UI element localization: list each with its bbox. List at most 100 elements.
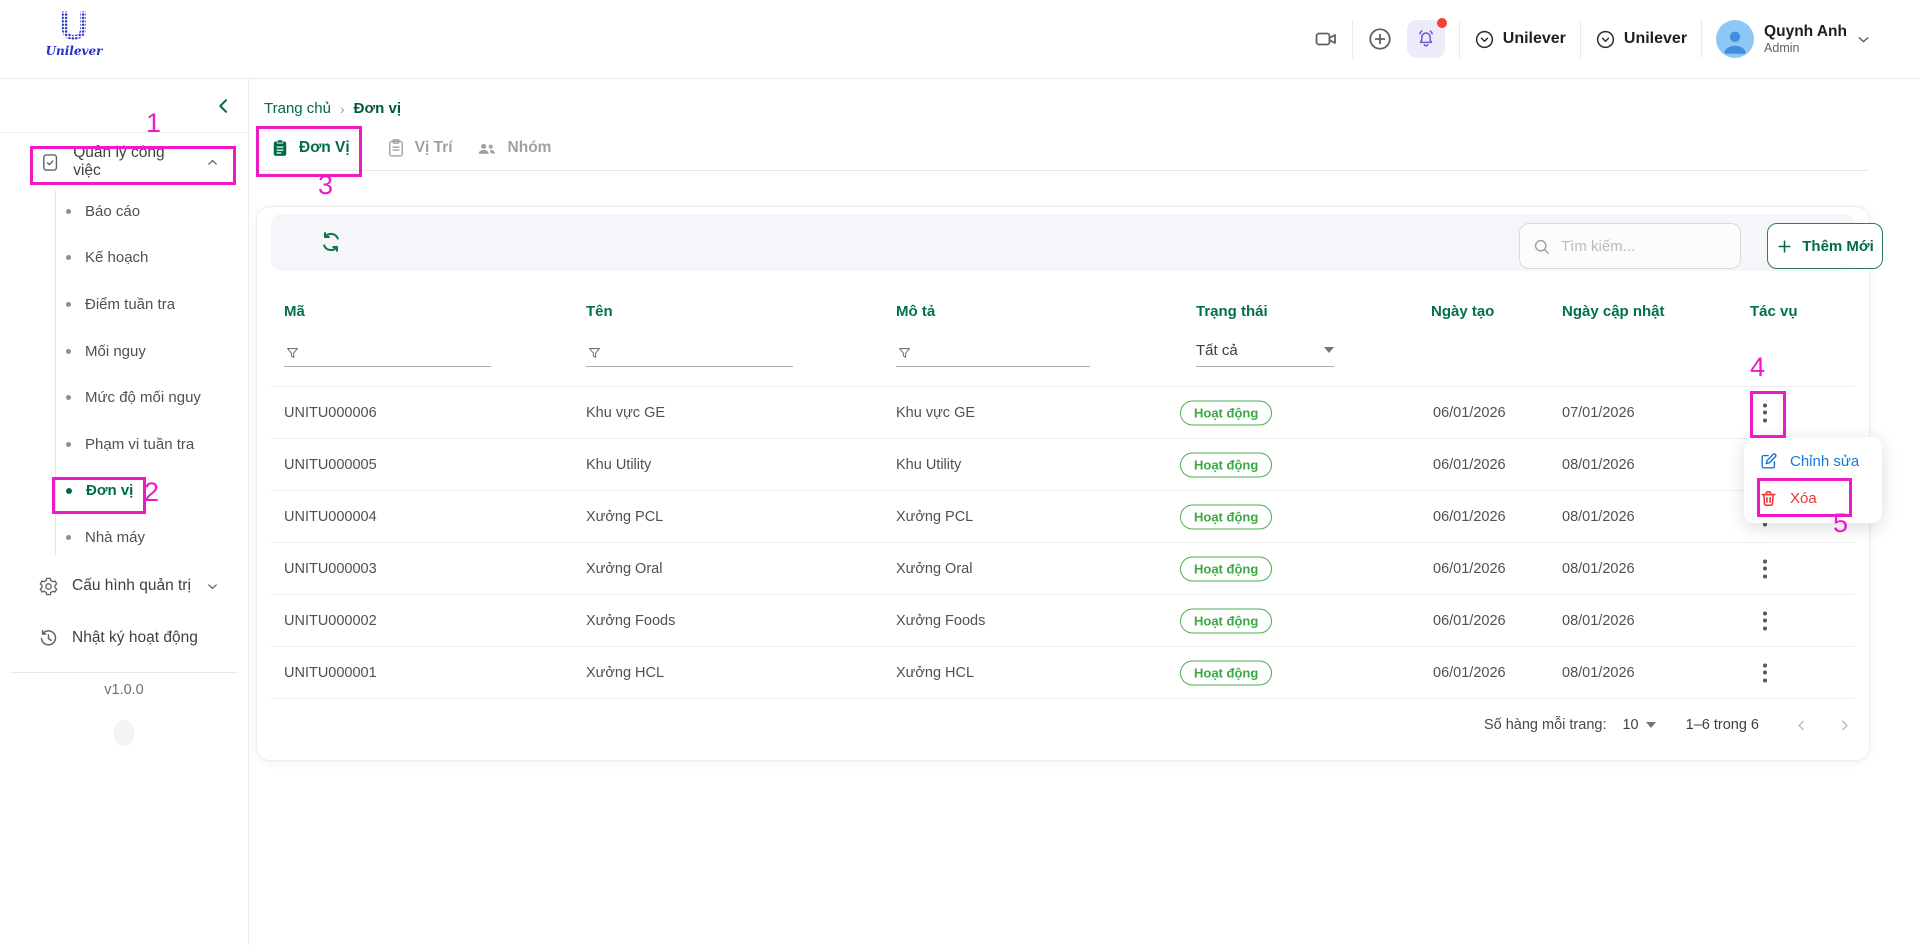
scrollbar-thumb[interactable] [114,720,134,746]
video-camera-icon[interactable] [1314,27,1338,51]
tab-label: Vị Trí [415,139,453,157]
cell-description: Xưởng HCL [896,665,974,681]
circle-chevron-down-icon [1474,29,1495,50]
column-header-name: Tên [586,303,613,320]
column-header-created: Ngày tạo [1431,303,1494,320]
filter-funnel-icon [586,345,603,362]
org-switcher-2[interactable]: Unilever [1595,29,1687,50]
row-actions-menu-button[interactable] [1755,553,1775,584]
person-icon [1718,24,1752,58]
chevron-down-icon [205,579,220,594]
divider [1701,20,1702,58]
notification-bell-button[interactable] [1407,20,1445,58]
divider [0,132,248,133]
people-group-icon [475,138,499,158]
cell-updated: 08/01/2026 [1562,457,1635,473]
sidebar-collapse-button[interactable] [214,96,234,116]
user-info[interactable]: Quynh Anh Admin [1764,23,1847,55]
sidebar-item-moi-nguy[interactable]: Mối nguy [0,328,248,375]
sidebar-item-label: Nhà máy [85,529,145,546]
context-menu-delete[interactable]: Xóa [1744,480,1882,517]
breadcrumb-separator: › [340,101,345,117]
refresh-button[interactable] [319,230,343,254]
user-menu-chevron-icon[interactable] [1855,31,1872,48]
cell-updated: 07/01/2026 [1562,405,1635,421]
sidebar-item-admin-config[interactable]: Cấu hình quản trị [0,566,248,606]
status-filter-select[interactable]: Tất cả [1196,336,1334,367]
rows-per-page-value: 10 [1622,717,1638,733]
row-actions-menu-button[interactable] [1755,605,1775,636]
cell-created: 06/01/2026 [1433,665,1506,681]
table-row: UNITU000006 Khu vực GE Khu vực GE Hoạt đ… [271,386,1855,438]
add-circle-icon[interactable] [1367,26,1393,52]
units-table-card: Thêm Mới Mã Tên Mô tả Trạng thái Ngày tạ… [256,206,1870,761]
row-actions-menu-button[interactable] [1755,397,1775,428]
sidebar-item-label: Mối nguy [85,343,146,360]
sidebar-item-ke-hoach[interactable]: Kế hoạch [0,235,248,282]
tab-vi-tri[interactable]: Vị Trí [386,138,453,158]
cell-code: UNITU000005 [284,457,377,473]
clipboard-icon [386,138,406,158]
sidebar-item-don-vi[interactable]: Đơn vị [0,468,248,515]
circle-chevron-down-icon [1595,29,1616,50]
cell-updated: 08/01/2026 [1562,561,1635,577]
tab-nhom[interactable]: Nhóm [475,138,552,158]
filter-input-description[interactable] [896,334,1090,367]
pagination: Số hàng mỗi trang: 10 1–6 trong 6 [1484,707,1853,743]
sidebar-item-activity-log[interactable]: Nhật ký hoạt động [0,618,248,658]
divider [10,672,238,673]
filter-input-code[interactable] [284,334,491,367]
table-row: UNITU000002 Xưởng Foods Xưởng Foods Hoạt… [271,594,1855,646]
user-name: Quynh Anh [1764,23,1847,41]
column-header-actions: Tác vụ [1750,303,1798,320]
cell-code: UNITU000001 [284,665,377,681]
tab-label: Đơn Vị [299,139,350,157]
sidebar-item-bao-cao[interactable]: Báo cáo [0,188,248,235]
sidebar-item-nha-may[interactable]: Nhà máy [0,514,248,561]
column-header-status: Trạng thái [1196,303,1268,320]
previous-page-button[interactable] [1793,717,1810,734]
context-menu-delete-label: Xóa [1790,490,1817,507]
filter-input-name[interactable] [586,334,793,367]
user-avatar[interactable] [1716,20,1754,58]
row-actions-menu-button[interactable] [1755,657,1775,688]
add-new-button[interactable]: Thêm Mới [1767,223,1883,269]
cell-updated: 08/01/2026 [1562,613,1635,629]
sidebar-item-muc-do-moi-nguy[interactable]: Mức độ mối nguy [0,374,248,421]
divider [256,170,1868,171]
top-bar: U Unilever [0,0,1920,79]
divider [1352,20,1353,58]
sidebar: Quản lý công việc Báo cáo Kế hoạch Điểm … [0,78,249,945]
sidebar-item-diem-tuan-tra[interactable]: Điểm tuần tra [0,281,248,328]
top-bar-actions: Unilever Unilever Quynh Anh Admin [1314,0,1872,78]
cell-updated: 08/01/2026 [1562,665,1635,681]
dropdown-caret-icon [1646,722,1656,728]
search-box [1519,223,1741,269]
cell-created: 06/01/2026 [1433,613,1506,629]
rows-per-page-label: Số hàng mỗi trang: [1484,717,1607,733]
status-badge: Hoạt động [1180,608,1272,633]
task-doc-icon [40,152,60,173]
org-switcher-2-label: Unilever [1624,30,1687,48]
cell-name: Khu vực GE [586,405,665,421]
breadcrumb: Trang chủ › Đơn vị [264,100,401,117]
breadcrumb-home-link[interactable]: Trang chủ [264,100,331,117]
context-menu-edit[interactable]: Chỉnh sửa [1744,443,1882,480]
svg-text:U: U [60,6,89,46]
org-switcher-1[interactable]: Unilever [1474,29,1566,50]
filter-funnel-icon [284,345,301,362]
tab-don-vi[interactable]: Đơn Vị [270,138,350,158]
history-icon [38,628,59,649]
sidebar-item-work-management[interactable]: Quản lý công việc [0,142,248,182]
cell-name: Xưởng HCL [586,665,664,681]
rows-per-page-select[interactable]: 10 [1622,717,1655,733]
status-badge: Hoạt động [1180,400,1272,425]
table-body: UNITU000006 Khu vực GE Khu vực GE Hoạt đ… [271,386,1855,699]
next-page-button[interactable] [1836,717,1853,734]
sidebar-item-label: Kế hoạch [85,249,148,266]
work-submenu: Báo cáo Kế hoạch Điểm tuần tra Mối nguy … [0,188,248,561]
search-input[interactable] [1559,237,1723,256]
sidebar-item-label: Nhật ký hoạt động [72,629,198,647]
sidebar-item-pham-vi-tuan-tra[interactable]: Phạm vi tuần tra [0,421,248,468]
bullet-dot [66,209,71,214]
